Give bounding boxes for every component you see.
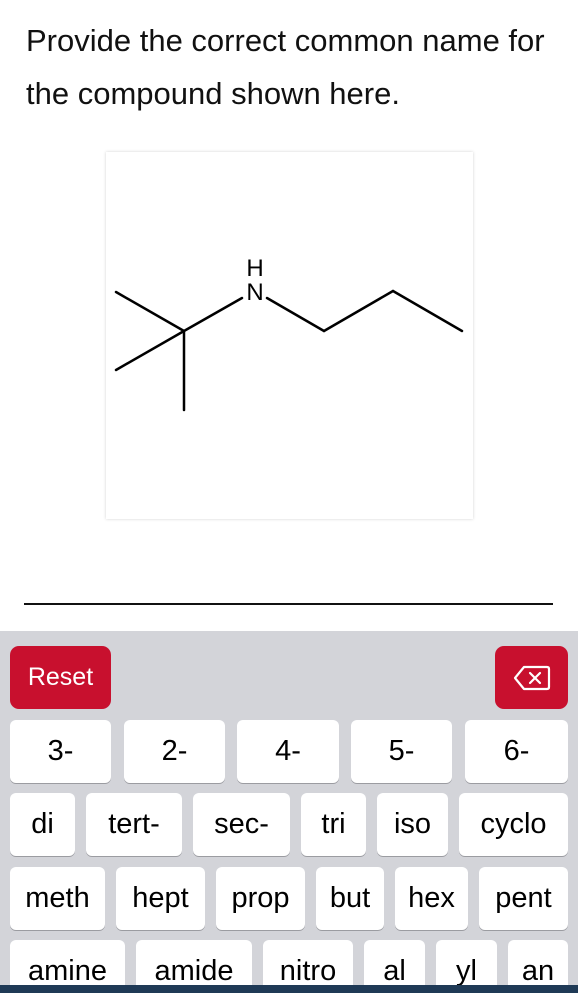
key-hex[interactable]: hex bbox=[395, 867, 468, 930]
key-sec[interactable]: sec- bbox=[193, 793, 290, 856]
key-prop[interactable]: prop bbox=[216, 867, 305, 930]
answer-line bbox=[24, 603, 553, 605]
key-4[interactable]: 4- bbox=[237, 720, 339, 783]
bond-methyl-1 bbox=[114, 290, 186, 333]
key-iso[interactable]: iso bbox=[377, 793, 448, 856]
key-hept[interactable]: hept bbox=[116, 867, 205, 930]
backspace-icon bbox=[513, 665, 550, 690]
key-but[interactable]: but bbox=[316, 867, 384, 930]
key-tri[interactable]: tri bbox=[301, 793, 366, 856]
key-di[interactable]: di bbox=[10, 793, 75, 856]
reset-button[interactable]: Reset bbox=[10, 646, 111, 709]
question-text: Provide the correct common name for the … bbox=[26, 23, 545, 111]
bond-c-ch3 bbox=[391, 289, 464, 333]
key-2[interactable]: 2- bbox=[124, 720, 225, 783]
key-cyclo[interactable]: cyclo bbox=[459, 793, 568, 856]
key-meth[interactable]: meth bbox=[10, 867, 105, 930]
bond-c-n bbox=[182, 296, 244, 333]
word-keyboard: Reset 3- 2- 4- 5- 6- di tert- sec- tri i… bbox=[0, 631, 578, 993]
key-3[interactable]: 3- bbox=[10, 720, 111, 783]
bond-methyl-2 bbox=[114, 329, 186, 372]
bond-c-c bbox=[322, 289, 395, 333]
bottom-bar bbox=[0, 985, 578, 993]
bond-n-c bbox=[265, 296, 326, 333]
key-5[interactable]: 5- bbox=[351, 720, 452, 783]
key-pent[interactable]: pent bbox=[479, 867, 568, 930]
skeletal-formula: N H bbox=[114, 255, 464, 412]
key-tert[interactable]: tert- bbox=[86, 793, 182, 856]
structure-diagram: N H bbox=[106, 152, 473, 519]
nitrogen-atom-label: N bbox=[246, 279, 263, 306]
key-6[interactable]: 6- bbox=[465, 720, 568, 783]
hydrogen-atom-label: H bbox=[246, 255, 263, 282]
backspace-button[interactable] bbox=[495, 646, 568, 709]
